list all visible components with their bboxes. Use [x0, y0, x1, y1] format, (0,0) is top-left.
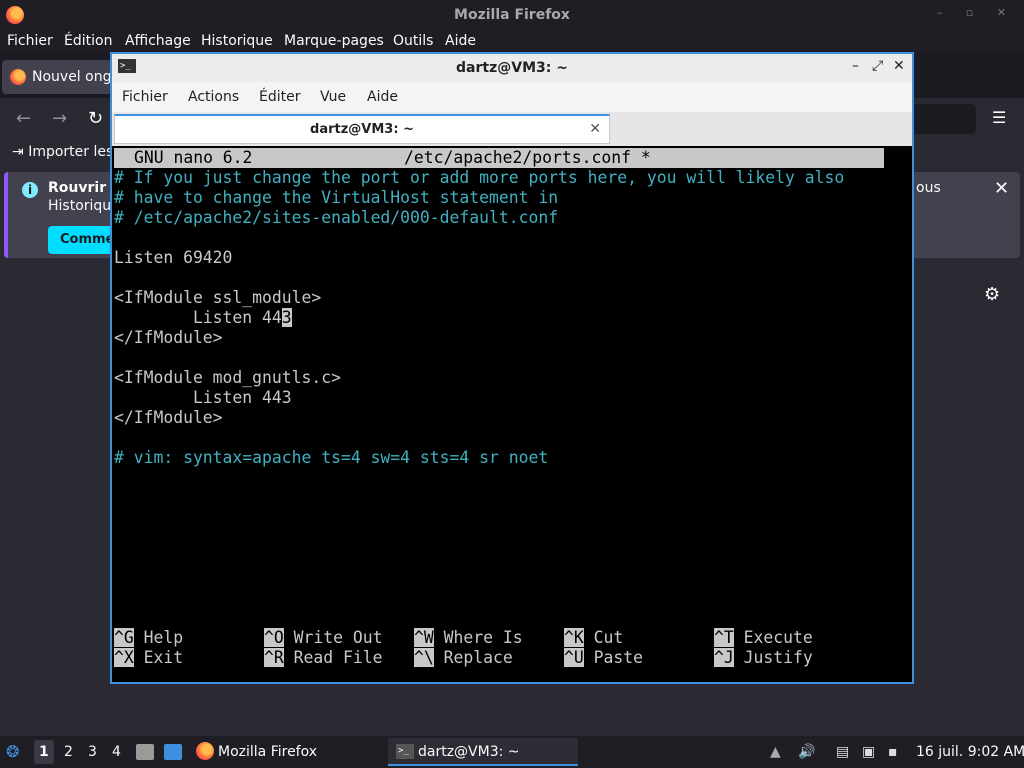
workspace-1[interactable]: 1: [39, 744, 49, 760]
editor-line: # vim: syntax=apache ts=4 sw=4 sts=4 sr …: [114, 448, 549, 467]
shortcut-exit[interactable]: ^X Exit: [114, 648, 183, 668]
term-menu-actions[interactable]: Actions: [188, 89, 239, 105]
term-menu-vue[interactable]: Vue: [320, 89, 346, 105]
firefox-tab-label: Nouvel ongl: [32, 69, 116, 85]
shortcut-cut[interactable]: ^K Cut: [564, 628, 623, 648]
term-menu-aide[interactable]: Aide: [367, 89, 398, 105]
shortcut-where-is[interactable]: ^W Where Is: [414, 628, 523, 648]
shortcut-justify[interactable]: ^J Justify: [714, 648, 813, 668]
term-menu-editer[interactable]: Éditer: [259, 89, 300, 105]
firefox-tab-new[interactable]: Nouvel ongl: [2, 60, 122, 94]
desktop-icon[interactable]: [164, 744, 182, 760]
firefox-titlebar: Mozilla Firefox – ▫ ✕: [0, 0, 1024, 30]
update-icon[interactable]: ▲: [770, 744, 781, 760]
tab-close-icon[interactable]: ✕: [589, 121, 601, 137]
minimize-icon[interactable]: –: [852, 58, 859, 74]
firefox-menubar: Fichier Édition Affichage Historique Mar…: [0, 30, 1024, 54]
nano-editor[interactable]: GNU nano 6.2 /etc/apache2/ports.conf * #…: [112, 146, 912, 682]
terminal-tab-label: dartz@VM3: ~: [310, 122, 414, 137]
terminal-window: >_ dartz@VM3: ~ – ⤢ ✕ Fichier Actions Éd…: [110, 52, 914, 684]
nano-header: GNU nano 6.2 /etc/apache2/ports.conf *: [114, 148, 884, 168]
shortcut-replace[interactable]: ^\ Replace: [414, 648, 513, 668]
editor-line: Listen 69420: [114, 248, 233, 267]
editor-line: </IfModule>: [114, 328, 223, 347]
import-bookmarks-label: Importer les: [28, 144, 114, 160]
workspace-2[interactable]: 2: [64, 744, 73, 760]
shortcut-paste[interactable]: ^U Paste: [564, 648, 643, 668]
menu-marque-pages[interactable]: Marque-pages: [284, 33, 384, 49]
firefox-window-title: Mozilla Firefox: [454, 7, 570, 23]
menu-historique[interactable]: Historique: [201, 33, 273, 49]
infobar-close-icon[interactable]: ✕: [994, 178, 1009, 199]
terminal-menubar: Fichier Actions Éditer Vue Aide: [112, 82, 912, 112]
editor-line: Listen 443: [114, 388, 292, 407]
network-icon[interactable]: ▣: [862, 744, 875, 760]
menu-affichage[interactable]: Affichage: [125, 33, 191, 49]
shortcut-execute[interactable]: ^T Execute: [714, 628, 813, 648]
terminal-tab[interactable]: dartz@VM3: ~ ✕: [114, 114, 610, 144]
menu-outils[interactable]: Outils: [393, 33, 433, 49]
firefox-task[interactable]: Mozilla Firefox: [218, 744, 317, 760]
workspace-3[interactable]: 3: [88, 744, 97, 760]
import-bookmarks-link[interactable]: ⇥ Importer les: [12, 144, 113, 160]
gear-icon[interactable]: ⚙: [984, 284, 1000, 305]
shortcut-help[interactable]: ^G Help: [114, 628, 183, 648]
volume-icon[interactable]: 🔊: [798, 744, 815, 760]
shortcut-read-file[interactable]: ^R Read File: [264, 648, 382, 668]
editor-line: <IfModule mod_gnutls.c>: [114, 368, 341, 387]
terminal-tabbar: dartz@VM3: ~ ✕: [112, 112, 912, 146]
editor-line-with-cursor: Listen 443: [114, 308, 292, 328]
forward-arrow-icon[interactable]: →: [52, 108, 67, 129]
infobar-right-text: ous: [916, 180, 941, 196]
menu-fichier[interactable]: Fichier: [7, 33, 53, 49]
file-manager-icon[interactable]: [136, 744, 154, 760]
hamburger-menu-icon[interactable]: ☰: [992, 108, 1006, 127]
editor-line: # /etc/apache2/sites-enabled/000-default…: [114, 208, 559, 227]
terminal-window-title: dartz@VM3: ~: [456, 60, 568, 76]
shortcut-write-out[interactable]: ^O Write Out: [264, 628, 382, 648]
editor-line-text: Listen 44: [114, 308, 282, 327]
firefox-tab-icon: [10, 69, 26, 85]
clock[interactable]: 16 juil. 9:02 AM: [916, 744, 1024, 760]
text-cursor: 3: [281, 308, 292, 327]
close-icon[interactable]: ✕: [893, 58, 905, 74]
terminal-task[interactable]: dartz@VM3: ~: [418, 744, 520, 760]
workspace-4[interactable]: 4: [112, 744, 121, 760]
nano-version: GNU nano 6.2: [134, 148, 253, 167]
notification-icon[interactable]: ▪: [888, 744, 898, 760]
start-menu-icon[interactable]: ❂: [6, 742, 19, 761]
editor-line: # If you just change the port or add mor…: [114, 168, 845, 187]
reload-icon[interactable]: ↻: [88, 108, 103, 129]
editor-line: # have to change the VirtualHost stateme…: [114, 188, 559, 207]
info-icon: i: [22, 182, 38, 198]
menu-aide[interactable]: Aide: [445, 33, 476, 49]
menu-edition[interactable]: Édition: [64, 33, 112, 49]
terminal-task-icon: >_: [396, 744, 414, 759]
term-menu-fichier[interactable]: Fichier: [122, 89, 168, 105]
editor-line: <IfModule ssl_module>: [114, 288, 322, 307]
back-arrow-icon[interactable]: ←: [16, 108, 31, 129]
taskbar: ❂ 1 2 3 4 Mozilla Firefox >_ dartz@VM3: …: [0, 736, 1024, 768]
nano-filename: /etc/apache2/ports.conf *: [404, 148, 651, 167]
clipboard-icon[interactable]: ▤: [836, 744, 849, 760]
maximize-icon[interactable]: ⤢: [872, 58, 883, 74]
firefox-window-controls[interactable]: – ▫ ✕: [937, 6, 1016, 19]
firefox-task-icon: [196, 742, 214, 760]
terminal-titlebar: >_ dartz@VM3: ~ – ⤢ ✕: [112, 54, 912, 82]
editor-line: </IfModule>: [114, 408, 223, 427]
